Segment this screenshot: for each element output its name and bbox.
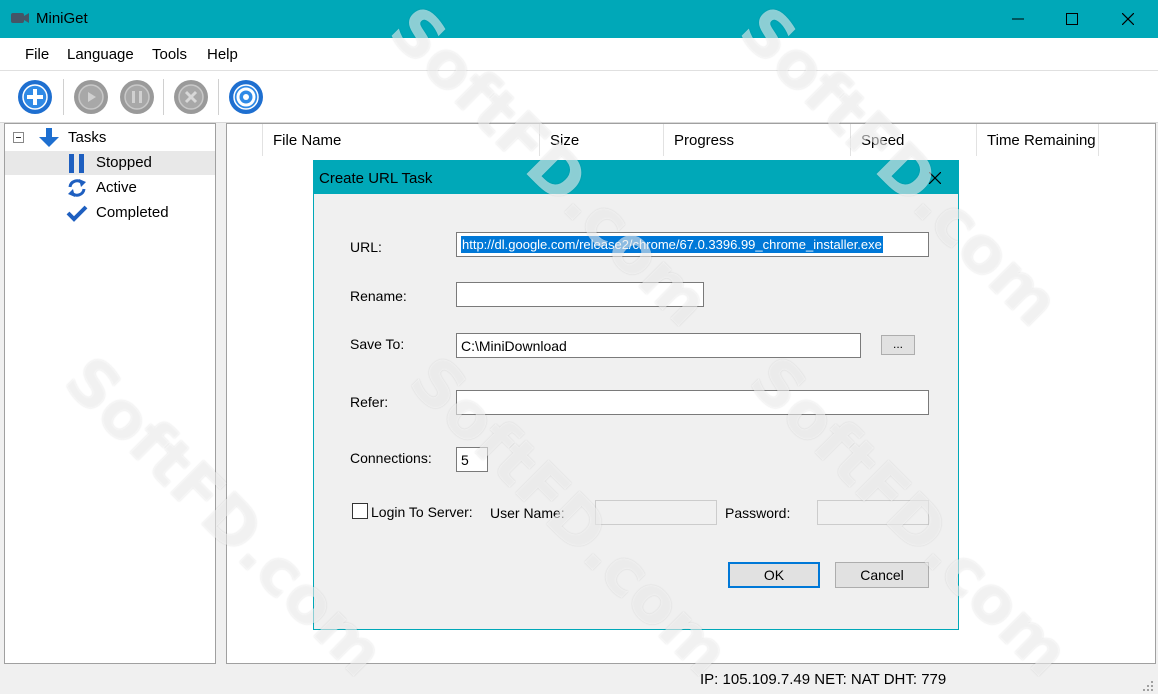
rename-label: Rename: bbox=[350, 288, 407, 304]
username-input[interactable] bbox=[595, 500, 717, 525]
password-input[interactable] bbox=[817, 500, 929, 525]
toolbar-separator bbox=[218, 79, 219, 115]
maximize-icon bbox=[1066, 13, 1078, 25]
menu-bar: File Language Tools Help bbox=[0, 38, 1158, 71]
create-url-task-dialog: Create URL Task URL: http://dl.google.co… bbox=[313, 160, 959, 630]
column-header-spacer bbox=[227, 124, 263, 156]
dialog-title-bar: Create URL Task bbox=[314, 161, 958, 194]
tree-label: Active bbox=[96, 179, 137, 196]
tree-item-tasks[interactable]: Tasks bbox=[5, 126, 215, 150]
tree-item-completed[interactable]: Completed bbox=[5, 201, 215, 225]
app-icon bbox=[11, 13, 29, 23]
maximize-button[interactable] bbox=[1044, 0, 1100, 38]
pause-icon bbox=[69, 154, 84, 173]
password-label: Password: bbox=[725, 505, 791, 521]
column-header-progress[interactable]: Progress bbox=[664, 124, 851, 156]
refer-label: Refer: bbox=[350, 394, 389, 410]
tree-item-stopped[interactable]: Stopped bbox=[5, 151, 215, 175]
connections-label: Connections: bbox=[350, 450, 432, 466]
network-status: IP: 105.109.7.49 NET: NAT DHT: 779 bbox=[700, 671, 947, 688]
url-input-value: http://dl.google.com/release2/chrome/67.… bbox=[461, 236, 883, 253]
login-label: Login To Server: bbox=[371, 504, 473, 520]
url-input[interactable]: http://dl.google.com/release2/chrome/67.… bbox=[456, 232, 929, 257]
url-label: URL: bbox=[350, 239, 382, 255]
column-header-file-name[interactable]: File Name bbox=[263, 124, 540, 156]
resize-grip-icon[interactable] bbox=[1140, 678, 1154, 692]
browse-button[interactable]: ... bbox=[881, 335, 915, 355]
collapse-icon[interactable] bbox=[13, 132, 24, 143]
minimize-button[interactable] bbox=[990, 0, 1046, 38]
toolbar-separator bbox=[63, 79, 64, 115]
toolbar-separator bbox=[163, 79, 164, 115]
settings-button[interactable] bbox=[228, 79, 264, 115]
add-task-button[interactable] bbox=[17, 79, 53, 115]
window-title: MiniGet bbox=[36, 10, 88, 27]
menu-tools[interactable]: Tools bbox=[152, 46, 187, 63]
start-button[interactable] bbox=[73, 79, 109, 115]
menu-file[interactable]: File bbox=[25, 46, 49, 63]
save-to-label: Save To: bbox=[350, 336, 405, 352]
checkmark-icon bbox=[66, 205, 88, 222]
close-button[interactable] bbox=[1100, 0, 1156, 38]
tree-item-active[interactable]: Active bbox=[5, 176, 215, 200]
tree-label: Completed bbox=[96, 204, 169, 221]
username-label: User Name: bbox=[490, 505, 565, 521]
title-bar: MiniGet bbox=[0, 0, 1158, 38]
stop-button[interactable] bbox=[173, 79, 209, 115]
minimize-icon bbox=[1012, 18, 1024, 20]
login-checkbox[interactable] bbox=[352, 503, 368, 519]
dialog-title: Create URL Task bbox=[319, 170, 433, 187]
menu-help[interactable]: Help bbox=[207, 46, 238, 63]
download-arrow-icon bbox=[39, 128, 59, 147]
column-header-time-remaining[interactable]: Time Remaining bbox=[977, 124, 1099, 156]
menu-language[interactable]: Language bbox=[67, 46, 134, 63]
pause-button[interactable] bbox=[119, 79, 155, 115]
dialog-close-button[interactable] bbox=[920, 167, 950, 189]
tree-label: Tasks bbox=[68, 129, 107, 146]
refer-input[interactable] bbox=[456, 390, 929, 415]
close-icon bbox=[929, 172, 941, 184]
column-header-speed[interactable]: Speed bbox=[851, 124, 977, 156]
ok-button[interactable]: OK bbox=[728, 562, 820, 588]
save-to-input[interactable]: C:\MiniDownload bbox=[456, 333, 861, 358]
close-icon bbox=[1122, 13, 1134, 25]
column-header-size[interactable]: Size bbox=[540, 124, 664, 156]
task-tree: Tasks Stopped Active Completed bbox=[4, 123, 216, 664]
rename-input[interactable] bbox=[456, 282, 704, 307]
status-bar: IP: 105.109.7.49 NET: NAT DHT: 779 bbox=[0, 664, 1158, 694]
connections-input[interactable]: 5 bbox=[456, 447, 488, 472]
tree-label: Stopped bbox=[96, 154, 152, 171]
toolbar bbox=[0, 71, 1158, 123]
cancel-button[interactable]: Cancel bbox=[835, 562, 929, 588]
refresh-icon bbox=[68, 179, 86, 197]
